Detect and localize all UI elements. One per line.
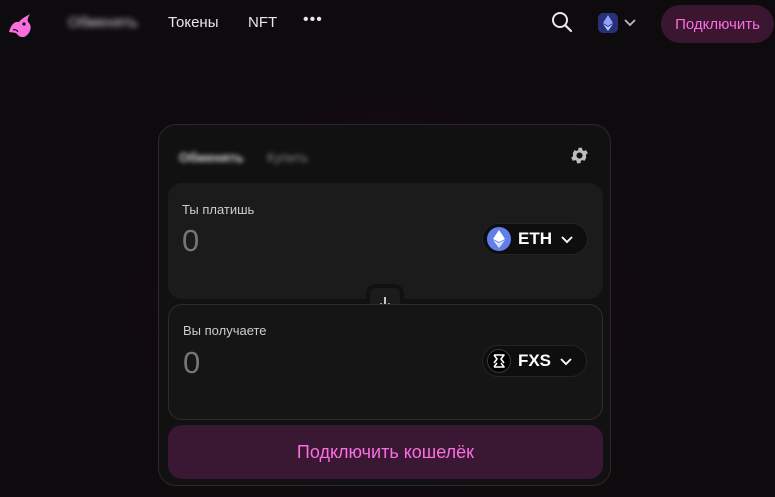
pay-token-symbol: ETH: [518, 229, 552, 248]
nav-tokens[interactable]: Токены: [168, 14, 218, 31]
network-selector[interactable]: [596, 10, 640, 36]
frax-share-icon: [486, 349, 511, 373]
pay-token-selector[interactable]: ETH: [482, 223, 588, 255]
receive-token-selector[interactable]: FXS: [481, 345, 587, 377]
receive-label: Вы получаете: [183, 323, 267, 338]
chevron-down-icon: [561, 235, 573, 243]
ethereum-icon: [598, 13, 618, 33]
receive-panel: Вы получаете FXS: [168, 304, 603, 420]
uniswap-logo-icon[interactable]: [5, 10, 35, 40]
nav-swap[interactable]: Обменять: [68, 14, 138, 31]
search-icon[interactable]: [550, 10, 574, 34]
nav-nft[interactable]: NFT: [248, 14, 277, 31]
swap-card: Обменять Купить Ты платишь ETH Вы полу: [158, 124, 611, 486]
connect-wallet-button[interactable]: Подключить кошелёк: [168, 425, 603, 479]
chevron-down-icon: [560, 357, 572, 365]
chevron-down-icon: [624, 19, 636, 27]
receive-amount-input[interactable]: [183, 345, 383, 381]
pay-label: Ты платишь: [182, 202, 255, 217]
gear-icon[interactable]: [569, 145, 590, 166]
connect-button[interactable]: Подключить: [661, 5, 774, 43]
more-menu-button[interactable]: •••: [303, 11, 323, 29]
pay-amount-input[interactable]: [182, 223, 382, 259]
ethereum-icon: [487, 227, 511, 251]
receive-token-symbol: FXS: [517, 351, 551, 370]
tab-swap[interactable]: Обменять: [179, 150, 244, 165]
top-nav: Обменять Токены NFT ••• Подключить: [0, 0, 775, 46]
pay-panel: Ты платишь ETH: [168, 183, 603, 299]
tab-buy[interactable]: Купить: [267, 150, 308, 165]
